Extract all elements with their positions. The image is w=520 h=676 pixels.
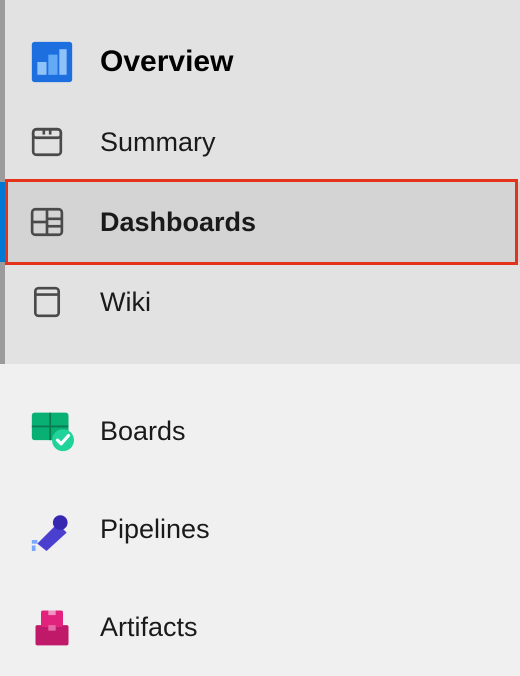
sidebar-item-pipelines[interactable]: Pipelines (5, 480, 520, 578)
pipelines-icon (30, 507, 100, 551)
sidebar-item-wiki[interactable]: Wiki (5, 262, 520, 342)
overview-group: Overview Summary (0, 0, 520, 364)
sidebar-collapsed-group: Boards Pipelines (0, 364, 520, 676)
summary-icon (30, 125, 100, 159)
dashboards-icon (30, 205, 100, 239)
boards-icon (30, 409, 100, 453)
sidebar-item-summary[interactable]: Summary (5, 102, 520, 182)
sidebar-nav: Overview Summary (0, 0, 520, 676)
wiki-icon (30, 285, 100, 319)
overview-icon (30, 40, 100, 84)
overview-label: Overview (100, 45, 233, 79)
summary-label: Summary (100, 127, 216, 158)
artifacts-icon (30, 605, 100, 649)
sidebar-item-boards[interactable]: Boards (5, 382, 520, 480)
artifacts-label: Artifacts (100, 612, 198, 643)
pipelines-label: Pipelines (100, 514, 210, 545)
sidebar-item-overview[interactable]: Overview (5, 22, 520, 102)
boards-label: Boards (100, 416, 186, 447)
sidebar-item-dashboards[interactable]: Dashboards (0, 182, 520, 262)
wiki-label: Wiki (100, 287, 151, 318)
sidebar-item-artifacts[interactable]: Artifacts (5, 578, 520, 676)
dashboards-label: Dashboards (100, 207, 256, 238)
